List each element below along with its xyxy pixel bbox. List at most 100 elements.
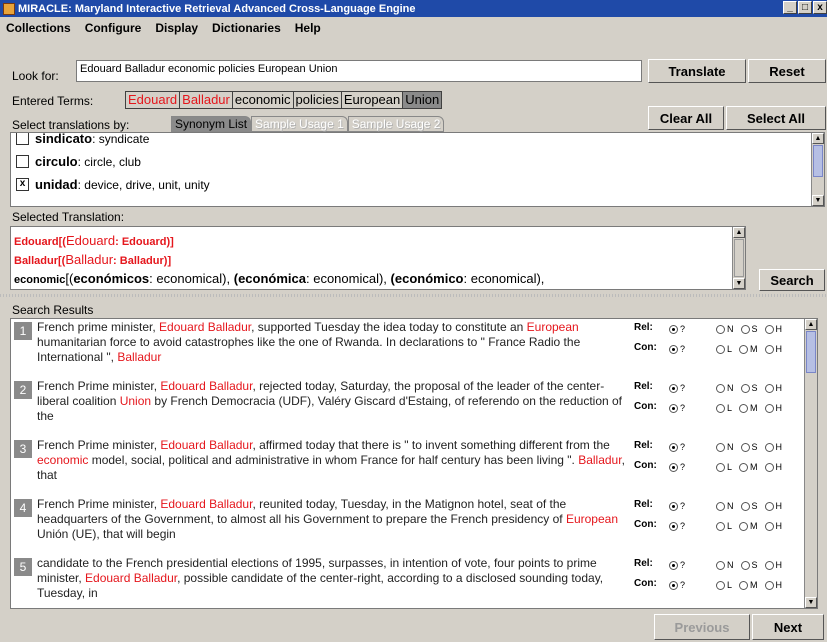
rel-option[interactable]: S — [740, 442, 759, 452]
radio-button-selected[interactable] — [669, 560, 678, 570]
translation-scrollbar[interactable]: ▲ ▼ — [732, 227, 745, 289]
scroll-thumb[interactable] — [806, 331, 816, 373]
term-edouard[interactable]: Edouard — [125, 91, 181, 109]
radio-button[interactable] — [716, 501, 725, 511]
con-unknown-radio[interactable]: ? — [669, 580, 686, 590]
radio-button-selected[interactable] — [669, 324, 678, 334]
scroll-up-arrow-icon[interactable]: ▲ — [812, 133, 824, 144]
menu-collections[interactable]: Collections — [0, 21, 79, 35]
rel-option[interactable]: S — [740, 383, 759, 393]
con-unknown-radio[interactable]: ? — [669, 344, 686, 354]
result-row[interactable]: 1 French prime minister, Edouard Balladur… — [11, 319, 806, 375]
term-european[interactable]: European — [340, 91, 404, 109]
scroll-up-arrow-icon[interactable]: ▲ — [733, 227, 745, 238]
radio-button[interactable] — [764, 521, 774, 531]
con-option[interactable]: L — [716, 403, 733, 413]
con-option[interactable]: M — [739, 344, 759, 354]
con-option[interactable]: M — [739, 521, 759, 531]
rel-unknown-radio[interactable]: ? — [669, 442, 686, 452]
next-button[interactable]: Next — [752, 614, 824, 640]
radio-button[interactable] — [764, 501, 774, 511]
radio-button[interactable] — [739, 580, 749, 590]
rel-unknown-radio[interactable]: ? — [669, 383, 686, 393]
scroll-up-arrow-icon[interactable]: ▲ — [805, 319, 817, 330]
clear-all-button[interactable]: Clear All — [648, 106, 724, 130]
result-snippet[interactable]: French Prime minister, Edouard Balladur,… — [37, 438, 632, 483]
select-all-button[interactable]: Select All — [726, 106, 826, 130]
result-snippet[interactable]: French Prime minister, Edouard Balladur,… — [37, 379, 632, 424]
rel-option[interactable]: N — [716, 560, 735, 570]
close-button[interactable]: x — [813, 1, 827, 14]
rel-option[interactable]: H — [764, 383, 784, 393]
reset-button[interactable]: Reset — [748, 59, 826, 83]
rel-option[interactable]: N — [716, 324, 735, 334]
result-row[interactable]: 3 French Prime minister, Edouard Balladur… — [11, 437, 806, 493]
minimize-button[interactable]: _ — [783, 1, 797, 14]
radio-button[interactable] — [739, 462, 749, 472]
scroll-down-arrow-icon[interactable]: ▼ — [812, 195, 824, 206]
search-button[interactable]: Search — [759, 269, 825, 291]
menu-display[interactable]: Display — [149, 21, 206, 35]
term-balladur[interactable]: Balladur — [179, 91, 233, 109]
radio-button[interactable] — [716, 560, 725, 570]
con-unknown-radio[interactable]: ? — [669, 462, 686, 472]
radio-button[interactable] — [740, 560, 750, 570]
result-row[interactable]: 5 candidate to the French presidential el… — [11, 555, 806, 608]
radio-button[interactable] — [764, 383, 774, 393]
scroll-thumb[interactable] — [813, 145, 823, 177]
radio-button[interactable] — [739, 403, 749, 413]
rel-unknown-radio[interactable]: ? — [669, 324, 686, 334]
radio-button[interactable] — [716, 383, 725, 393]
synonym-checkbox-checked[interactable]: x — [16, 178, 29, 191]
rel-option[interactable]: H — [764, 442, 784, 452]
radio-button[interactable] — [740, 501, 750, 511]
rel-unknown-radio[interactable]: ? — [669, 501, 686, 511]
result-snippet[interactable]: French Prime minister, Edouard Balladur,… — [37, 497, 632, 542]
con-unknown-radio[interactable]: ? — [669, 521, 686, 531]
rel-option[interactable]: S — [740, 324, 759, 334]
radio-button[interactable] — [764, 560, 774, 570]
menu-dictionaries[interactable]: Dictionaries — [206, 21, 289, 35]
rel-option[interactable]: H — [764, 560, 784, 570]
result-row[interactable]: 2 French Prime minister, Edouard Balladur… — [11, 378, 806, 434]
tab-sample-usage-1[interactable]: Sample Usage 1 — [251, 116, 348, 132]
radio-button-selected[interactable] — [669, 442, 678, 452]
results-scrollbar[interactable]: ▲ ▼ — [804, 319, 817, 608]
result-snippet[interactable]: candidate to the French presidential ele… — [37, 556, 632, 601]
radio-button[interactable] — [739, 344, 749, 354]
con-option[interactable]: L — [716, 462, 733, 472]
rel-option[interactable]: N — [716, 442, 735, 452]
rel-unknown-radio[interactable]: ? — [669, 560, 686, 570]
term-union[interactable]: Union — [402, 91, 443, 109]
radio-button[interactable] — [740, 442, 750, 452]
radio-button-selected[interactable] — [669, 383, 678, 393]
tab-synonym-list[interactable]: Synonym List — [171, 116, 252, 132]
scroll-down-arrow-icon[interactable]: ▼ — [805, 597, 817, 608]
radio-button-selected[interactable] — [669, 501, 678, 511]
radio-button-selected[interactable] — [669, 580, 678, 590]
result-snippet[interactable]: French prime minister, Edouard Balladur,… — [37, 320, 632, 365]
selected-translation-box[interactable]: Edouard[(Edouard: Edouard)] Balladur[(Ba… — [10, 226, 746, 290]
radio-button[interactable] — [716, 580, 725, 590]
radio-button[interactable] — [740, 383, 750, 393]
radio-button[interactable] — [764, 344, 774, 354]
radio-button-selected[interactable] — [669, 403, 678, 413]
term-policies[interactable]: policies — [292, 91, 342, 109]
synonym-scrollbar[interactable]: ▲ ▼ — [811, 133, 824, 206]
con-option[interactable]: M — [739, 462, 759, 472]
rel-option[interactable]: S — [740, 501, 759, 511]
result-row[interactable]: 4 French Prime minister, Edouard Balladur… — [11, 496, 806, 552]
menu-configure[interactable]: Configure — [79, 21, 150, 35]
con-option[interactable]: H — [764, 344, 784, 354]
con-option[interactable]: M — [739, 403, 759, 413]
con-option[interactable]: M — [739, 580, 759, 590]
term-economic[interactable]: economic — [231, 91, 294, 109]
con-option[interactable]: H — [764, 580, 784, 590]
rel-option[interactable]: S — [740, 560, 759, 570]
radio-button[interactable] — [764, 462, 774, 472]
radio-button[interactable] — [716, 403, 725, 413]
radio-button-selected[interactable] — [669, 344, 678, 354]
radio-button[interactable] — [716, 462, 725, 472]
con-option[interactable]: H — [764, 521, 784, 531]
maximize-button[interactable]: □ — [798, 1, 812, 14]
